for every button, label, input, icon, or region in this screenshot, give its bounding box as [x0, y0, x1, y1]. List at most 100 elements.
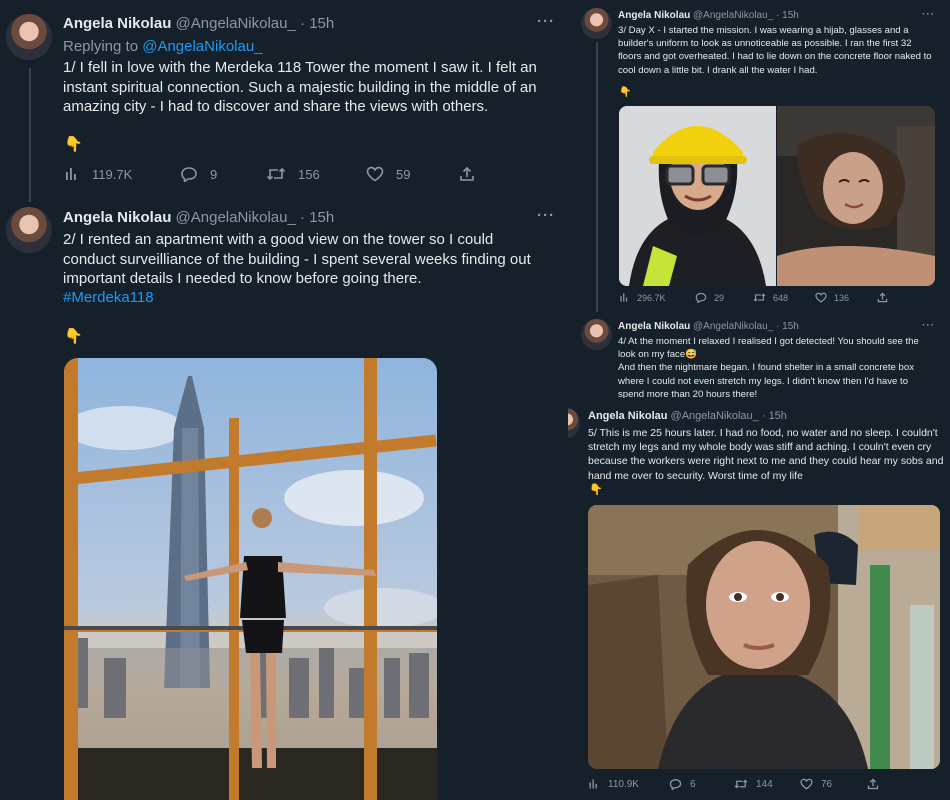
tweet-text: 5/ This is me 25 hours later. I had no f…: [588, 427, 944, 482]
tweet-header: Angela Nikolau @AngelaNikolau_ · 15h: [618, 321, 799, 332]
views-button[interactable]: 110.9K: [588, 778, 669, 790]
tweet-header: Angela Nikolau @AngelaNikolau_ · 15h: [63, 209, 334, 226]
reply-count: 6: [690, 778, 696, 790]
tweet-header: Angela Nikolau @AngelaNikolau_ · 15h: [618, 10, 799, 21]
like-count: 76: [821, 778, 833, 790]
author-name[interactable]: Angela Nikolau: [618, 321, 690, 332]
photo-selfie-concrete-box: [588, 505, 940, 769]
share-button[interactable]: [867, 778, 879, 790]
photo-tower-window: [64, 358, 437, 800]
share-button[interactable]: [459, 166, 475, 182]
more-options-icon[interactable]: ···: [922, 9, 935, 20]
tweet-header: Angela Nikolau @AngelaNikolau_ · 15h: [63, 15, 334, 32]
like-button[interactable]: 76: [800, 778, 867, 790]
pointing-down-emoji: 👇: [589, 484, 603, 496]
timestamp[interactable]: 15h: [782, 321, 799, 332]
author-handle[interactable]: @AngelaNikolau_: [693, 10, 773, 21]
views-count: 296.7K: [637, 292, 666, 303]
tweet-actions: 296.7K 29 648 136: [619, 292, 888, 303]
thread-connector: [596, 42, 598, 312]
retweet-button[interactable]: 648: [753, 292, 815, 303]
separator-dot: ·: [776, 10, 780, 21]
avatar[interactable]: [581, 8, 612, 39]
avatar[interactable]: [568, 408, 580, 438]
tweet-photo-resting[interactable]: [777, 106, 935, 286]
author-handle[interactable]: @AngelaNikolau_: [671, 410, 759, 422]
replying-handle-link[interactable]: @AngelaNikolau_: [142, 38, 262, 55]
reply-icon: [669, 779, 682, 790]
tweet-actions: 110.9K 6 144 76: [588, 778, 879, 790]
share-button[interactable]: [877, 292, 888, 303]
like-button[interactable]: 136: [815, 292, 877, 303]
more-options-icon[interactable]: ···: [922, 320, 935, 331]
replying-label: Replying to: [63, 38, 139, 55]
more-options-icon[interactable]: ···: [537, 207, 555, 224]
views-count: 119.7K: [92, 166, 133, 182]
tweet-text-part-1: 4/ At the moment I relaxed I realised I …: [618, 336, 919, 361]
analytics-icon: [589, 779, 597, 789]
separator-dot: ·: [776, 321, 780, 332]
author-handle[interactable]: @AngelaNikolau_: [176, 15, 296, 32]
photo-lying-on-floor: [777, 106, 935, 286]
tweet-actions: 119.7K 9 156 59: [64, 166, 475, 182]
tweet-header: Angela Nikolau @AngelaNikolau_ · 15h: [588, 410, 787, 422]
share-icon: [877, 292, 888, 303]
timestamp[interactable]: 15h: [309, 209, 334, 226]
retweet-icon: [266, 167, 286, 181]
author-handle[interactable]: @AngelaNikolau_: [693, 321, 773, 332]
timestamp[interactable]: 15h: [782, 10, 799, 21]
thread-connector: [29, 68, 31, 202]
tweet-text-part-2: And then the nightmare began. I found sh…: [618, 362, 914, 398]
reply-icon: [181, 167, 197, 182]
reply-button[interactable]: 29: [695, 292, 753, 303]
avatar[interactable]: [6, 14, 52, 60]
tweet-photo-tower-view[interactable]: [64, 358, 437, 800]
hashtag-link[interactable]: #Merdeka118: [63, 289, 154, 306]
tweet-text: 2/ I rented an apartment with a good vie…: [63, 231, 531, 287]
author-handle[interactable]: @AngelaNikolau_: [176, 209, 296, 226]
like-button[interactable]: 59: [366, 166, 459, 182]
photo-hardhat-selfie: [619, 106, 776, 286]
analytics-icon: [620, 293, 628, 302]
separator-dot: ·: [300, 209, 306, 226]
separator-dot: ·: [300, 15, 306, 32]
retweet-count: 144: [756, 778, 773, 790]
tweet-photo-disguise[interactable]: [619, 106, 776, 286]
like-count: 59: [396, 166, 411, 182]
views-count: 110.9K: [608, 778, 639, 790]
heart-icon: [366, 166, 384, 182]
pointing-down-emoji: 👇: [619, 87, 632, 98]
retweet-button[interactable]: 144: [734, 778, 800, 790]
reply-button[interactable]: 9: [180, 166, 266, 182]
author-name[interactable]: Angela Nikolau: [618, 10, 690, 21]
retweet-icon: [753, 293, 766, 302]
thread-panel-top-right: Angela Nikolau @AngelaNikolau_ · 15h ···…: [570, 0, 950, 398]
avatar[interactable]: [581, 319, 612, 350]
analytics-icon: [66, 168, 76, 180]
reply-button[interactable]: 6: [669, 778, 734, 790]
pointing-down-emoji: 👇: [64, 328, 83, 345]
retweet-icon: [734, 779, 748, 789]
like-count: 136: [834, 292, 850, 303]
timestamp[interactable]: 15h: [309, 15, 334, 32]
retweet-button[interactable]: 156: [266, 166, 366, 182]
thread-panel-left: Angela Nikolau @AngelaNikolau_ · 15h ···…: [0, 0, 570, 800]
views-button[interactable]: 296.7K: [619, 292, 695, 303]
heart-icon: [800, 778, 813, 790]
thread-panel-bottom-right: Angela Nikolau @AngelaNikolau_ · 15h 5/ …: [568, 398, 950, 800]
sweat-smile-emoji: 😅: [685, 349, 698, 361]
more-options-icon[interactable]: ···: [537, 13, 555, 30]
share-icon: [460, 166, 474, 181]
author-name[interactable]: Angela Nikolau: [588, 410, 667, 422]
retweet-count: 156: [298, 166, 320, 182]
avatar[interactable]: [6, 207, 52, 253]
tweet-text: 1/ I fell in love with the Merdeka 118 T…: [63, 59, 537, 115]
tweet-text: 3/ Day X - I started the mission. I was …: [618, 25, 932, 76]
retweet-count: 648: [773, 292, 789, 303]
timestamp[interactable]: 15h: [769, 410, 787, 422]
views-button[interactable]: 119.7K: [64, 166, 180, 182]
author-name[interactable]: Angela Nikolau: [63, 15, 171, 32]
tweet-photo-25-hours-later[interactable]: [588, 505, 940, 769]
author-name[interactable]: Angela Nikolau: [63, 209, 171, 226]
separator-dot: ·: [761, 410, 766, 422]
